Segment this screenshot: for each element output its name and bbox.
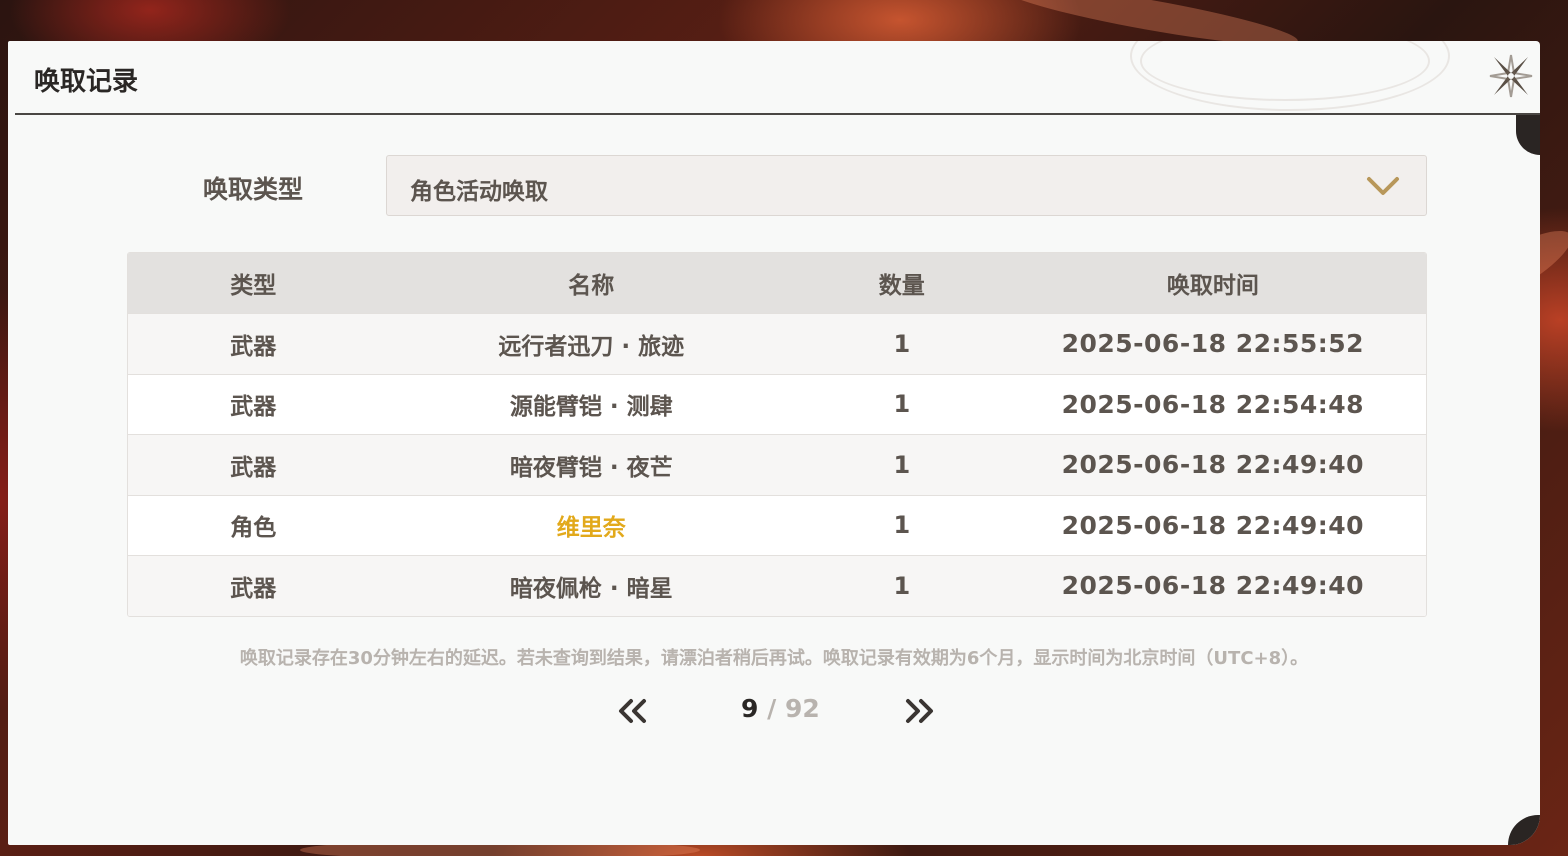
table-row: 武器 远行者迅刀 · 旅迹 1 2025-06-18 22:55:52	[128, 313, 1426, 374]
cell-type: 武器	[230, 394, 277, 421]
chevron-down-icon[interactable]	[1366, 174, 1400, 198]
cell-name: 暗夜佩枪 · 暗星	[509, 575, 673, 602]
close-button[interactable]	[1488, 53, 1534, 99]
table-row: 武器 源能臂铠 · 测肆 1 2025-06-18 22:54:48	[128, 373, 1426, 434]
cell-time: 2025-06-18 22:49:40	[1061, 571, 1365, 601]
cell-time: 2025-06-18 22:55:52	[1061, 329, 1365, 359]
cell-quantity: 1	[893, 390, 911, 419]
delay-notice: 唤取记录存在30分钟左右的延迟。若未查询到结果，请漂泊者稍后再试。唤取记录有效期…	[239, 648, 1309, 669]
cell-quantity: 1	[893, 511, 911, 540]
cell-type: 武器	[230, 575, 277, 602]
filter-row: 唤取类型 角色活动唤取	[8, 155, 1540, 216]
gacha-type-selected-value: 角色活动唤取	[410, 179, 548, 205]
table-body: 武器 远行者迅刀 · 旅迹 1 2025-06-18 22:55:52 武器 源…	[128, 313, 1426, 616]
cell-quantity: 1	[893, 329, 911, 358]
cell-time: 2025-06-18 22:49:40	[1061, 510, 1365, 540]
double-chevron-left-icon[interactable]	[615, 697, 649, 725]
table-row: 武器 暗夜臂铠 · 夜芒 1 2025-06-18 22:49:40	[128, 434, 1426, 495]
close-icon[interactable]	[1488, 53, 1534, 99]
cell-type: 武器	[230, 454, 277, 481]
cell-type: 角色	[230, 515, 277, 542]
cell-quantity: 1	[893, 571, 911, 600]
table-header: 类型 名称 数量 唤取时间	[128, 253, 1426, 313]
frame-corner	[1508, 815, 1540, 845]
dialog-header: 唤取记录	[15, 41, 1540, 115]
total-pages: 92	[784, 694, 820, 723]
column-header-name: 名称	[568, 273, 615, 299]
cell-quantity: 1	[893, 450, 911, 479]
cell-time: 2025-06-18 22:54:48	[1061, 389, 1365, 419]
column-header-type: 类型	[230, 273, 277, 299]
cell-name-highlighted: 维里奈	[556, 515, 626, 542]
table-row: 角色 维里奈 1 2025-06-18 22:49:40	[128, 494, 1426, 555]
page-separator: /	[758, 694, 785, 723]
gacha-type-select[interactable]: 角色活动唤取	[386, 155, 1427, 216]
column-header-quantity: 数量	[878, 273, 925, 299]
cell-name: 源能臂铠 · 测肆	[509, 394, 673, 421]
current-page: 9	[741, 694, 759, 723]
column-header-time: 唤取时间	[1166, 273, 1259, 299]
page-indicator: 9 / 92	[741, 694, 820, 723]
table-row: 武器 暗夜佩枪 · 暗星 1 2025-06-18 22:49:40	[128, 555, 1426, 616]
dialog-title: 唤取记录	[34, 67, 139, 97]
cell-name: 远行者迅刀 · 旅迹	[498, 333, 685, 360]
frame-corner	[1516, 115, 1540, 155]
pagination: 9 / 92	[8, 691, 1540, 731]
cell-name: 暗夜臂铠 · 夜芒	[509, 454, 673, 481]
filter-label: 唤取类型	[203, 175, 304, 204]
history-table: 类型 名称 数量 唤取时间 武器 远行者迅刀 · 旅迹 1 2025-06-18…	[127, 252, 1427, 617]
gacha-history-dialog: 唤取记录 唤取类型 角色活动唤取 类型 名称 数量 唤取时间 武器 远行者迅刀 …	[8, 41, 1540, 845]
cell-time: 2025-06-18 22:49:40	[1061, 450, 1365, 480]
double-chevron-right-icon[interactable]	[903, 697, 937, 725]
cell-type: 武器	[230, 333, 277, 360]
